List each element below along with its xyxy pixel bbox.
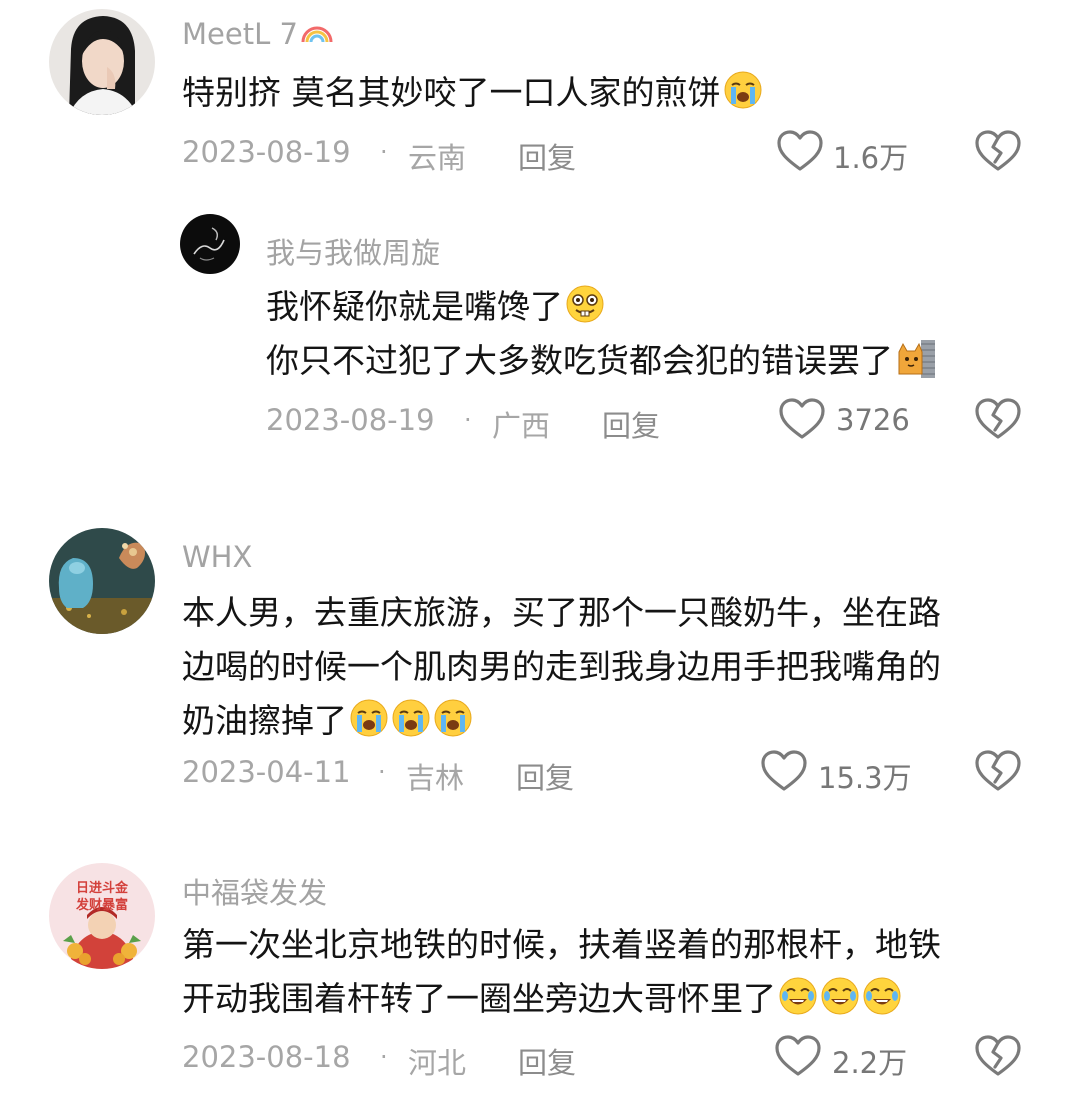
reply-button[interactable]: 回复 [518,1040,576,1082]
comment-date: 2023-08-19 [266,403,435,437]
comment-3: WHX 本人男，去重庆旅游，买了那个一只酸奶牛，坐在路 边喝的时候一个肌肉男的走… [0,520,1080,820]
crying-face-icon [723,70,763,110]
separator-dot: · [380,138,388,166]
crying-face-icon [391,698,431,738]
comment-reply: 我与我做周旋 我怀疑你就是嘴馋了 你只不过犯了大多数吃货都会犯的错误罢了 202… [0,200,1080,470]
reply-button[interactable]: 回复 [602,403,660,445]
like-count: 2.2万 [832,1046,908,1080]
like-count: 1.6万 [833,141,909,175]
cat-icon [895,338,935,378]
username[interactable]: MeetL 7 [182,17,334,51]
comment-4: 日进斗金 发财暴富 中福袋发发 第一次坐北京地铁的时候，扶着竖着的那根杆，地铁 … [0,850,1080,1119]
avatar-text-2: 发财暴富 [75,898,128,913]
heart-icon[interactable] [774,1034,822,1078]
comment-date: 2023-08-19 [182,135,351,169]
like-count: 15.3万 [818,761,912,795]
comment-region: 云南 [408,141,467,175]
heart-icon[interactable] [778,397,826,441]
comment-date: 2023-04-11 [182,755,351,789]
username[interactable]: 中福袋发发 [182,870,327,912]
avatar[interactable]: 日进斗金 发财暴富 [49,863,155,969]
comment-text-line-1: 我怀疑你就是嘴馋了 [266,284,605,330]
comment-date: 2023-08-18 [182,1040,351,1074]
heart-icon[interactable] [776,129,824,173]
heart-icon[interactable] [760,749,808,793]
like-count: 3726 [836,403,910,437]
separator-dot: · [378,758,386,786]
buck-tooth-face-icon [565,284,605,324]
crying-face-icon [433,698,473,738]
tears-of-joy-icon [862,976,902,1016]
comment-text-line-1: 第一次坐北京地铁的时候，扶着竖着的那根杆，地铁 [182,925,941,964]
avatar[interactable] [49,9,155,115]
username[interactable]: WHX [182,540,252,574]
reply-button[interactable]: 回复 [518,135,576,177]
broken-heart-icon[interactable] [974,749,1022,793]
comment-text: 特别挤 莫名其妙咬了一口人家的煎饼 [182,70,763,116]
separator-dot: · [464,406,472,434]
avatar[interactable] [49,528,155,634]
comment-text-line-2: 开动我围着杆转了一圈坐旁边大哥怀里了 [182,976,902,1022]
crying-face-icon [349,698,389,738]
comment-region: 河北 [408,1046,467,1080]
reply-button[interactable]: 回复 [516,755,574,797]
tears-of-joy-icon [778,976,818,1016]
comment-text-line-2: 边喝的时候一个肌肉男的走到我身边用手把我嘴角的 [182,647,941,686]
broken-heart-icon[interactable] [974,397,1022,441]
comment-region: 广西 [492,409,551,443]
comment-text-line-3: 奶油擦掉了 [182,698,473,744]
username[interactable]: 我与我做周旋 [266,230,440,272]
rainbow-icon [301,26,333,43]
broken-heart-icon[interactable] [974,1034,1022,1078]
tears-of-joy-icon [820,976,860,1016]
separator-dot: · [380,1043,388,1071]
comment-1: MeetL 7 特别挤 莫名其妙咬了一口人家的煎饼 2023-08-19 · 云… [0,0,1080,200]
avatar[interactable] [180,214,240,274]
comment-text-line-2: 你只不过犯了大多数吃货都会犯的错误罢了 [266,338,935,384]
comment-region: 吉林 [406,761,465,795]
broken-heart-icon[interactable] [974,129,1022,173]
comment-text-line-1: 本人男，去重庆旅游，买了那个一只酸奶牛，坐在路 [182,593,941,632]
